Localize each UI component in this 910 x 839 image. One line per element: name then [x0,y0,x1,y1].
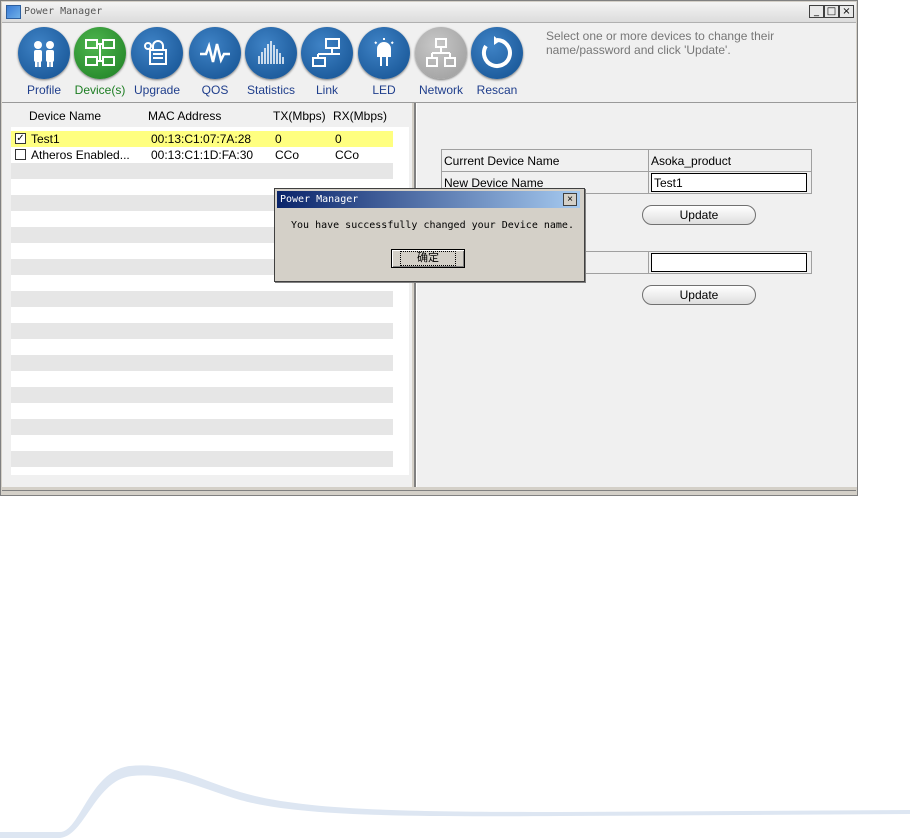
success-dialog: Power Manager × You have successfully ch… [274,188,585,282]
column-tx[interactable]: TX(Mbps) [273,109,326,123]
device-tx: 0 [275,132,282,146]
device-checkbox[interactable]: ✓ [15,133,26,144]
column-mac-address[interactable]: MAC Address [148,109,221,123]
rescan-arrow-icon [471,27,523,79]
dialog-title-bar[interactable]: Power Manager × [277,191,580,208]
empty-row [11,419,393,435]
bar-statistics-icon [245,27,297,79]
people-icon [18,27,70,79]
device-list[interactable]: ✓ Test1 00:13:C1:07:7A:28 0 0 Atheros En… [11,127,409,475]
device-rx: CCo [335,148,360,162]
toolbar-link-label: Link [315,83,338,97]
device-rx: 0 [335,132,342,146]
device-name: Atheros Enabled... [31,148,130,162]
toolbar-network[interactable]: Network [411,27,471,101]
empty-row [11,451,393,467]
maximize-button[interactable]: □ [824,5,839,18]
instruction-text: Select one or more devices to change the… [546,29,775,57]
dialog-ok-label: 确定 [400,251,456,266]
title-bar[interactable]: Power Manager _ □ × [2,2,856,23]
device-tx: CCo [275,148,300,162]
toolbar-rescan[interactable]: Rescan [467,27,527,101]
toolbar-statistics-label: Statistics [246,83,295,97]
close-button[interactable]: × [839,5,854,18]
empty-row [11,163,393,179]
empty-row [11,291,393,307]
dialog-close-button[interactable]: × [563,193,577,206]
network-computers-icon [74,27,126,79]
led-bulb-icon [358,27,410,79]
network-tree-icon [415,27,467,79]
device-checkbox[interactable] [15,149,26,160]
toolbar-link[interactable]: Link [297,27,357,101]
toolbar-profile[interactable]: Profile [14,27,74,101]
device-mac: 00:13:C1:07:7A:28 [151,132,252,146]
toolbar-network-label: Network [418,83,463,97]
toolbar-statistics[interactable]: Statistics [241,27,301,101]
window-title: Power Manager [24,6,103,17]
password-input[interactable] [651,253,807,272]
column-rx[interactable]: RX(Mbps) [333,109,387,123]
device-details-panel: Current Device Name Asoka_product New De… [417,103,857,487]
status-bar [2,490,856,496]
toolbar-qos[interactable]: QOS [185,27,245,101]
empty-row [11,323,393,339]
lock-upgrade-icon [131,27,183,79]
toolbar-rescan-label: Rescan [476,83,518,97]
table-row[interactable]: ✓ Test1 00:13:C1:07:7A:28 0 0 [11,131,393,147]
device-list-panel: Device Name MAC Address TX(Mbps) RX(Mbps… [2,103,412,487]
toolbar-upgrade-label: Upgrade [133,83,181,97]
toolbar: Profile Device(s) Upgrade QOS Statistics [2,23,856,103]
toolbar-led[interactable]: LED [354,27,414,101]
new-name-input[interactable] [651,173,807,192]
empty-row [11,355,393,371]
link-computer-icon [301,27,353,79]
current-name-label: Current Device Name [441,149,649,172]
app-icon [6,5,21,19]
toolbar-led-label: LED [372,83,396,97]
dialog-message: You have successfully changed your Devic… [291,220,574,231]
dialog-ok-button[interactable]: 确定 [391,249,465,268]
device-mac: 00:13:C1:1D:FA:30 [151,148,254,162]
decorative-wave [0,765,910,838]
toolbar-profile-label: Profile [26,83,61,97]
column-device-name[interactable]: Device Name [29,109,101,123]
toolbar-upgrade[interactable]: Upgrade [127,27,187,101]
current-name-value: Asoka_product [648,149,812,172]
minimize-button[interactable]: _ [809,5,824,18]
empty-row [11,387,393,403]
device-name: Test1 [31,132,60,146]
waveform-icon [189,27,241,79]
update-password-button[interactable]: Update [642,285,756,305]
table-row[interactable]: Atheros Enabled... 00:13:C1:1D:FA:30 CCo… [11,147,393,163]
dialog-title: Power Manager [280,194,359,205]
toolbar-qos-label: QOS [201,83,229,97]
toolbar-devices-label: Device(s) [74,83,126,97]
toolbar-devices[interactable]: Device(s) [70,27,130,101]
update-name-button[interactable]: Update [642,205,756,225]
